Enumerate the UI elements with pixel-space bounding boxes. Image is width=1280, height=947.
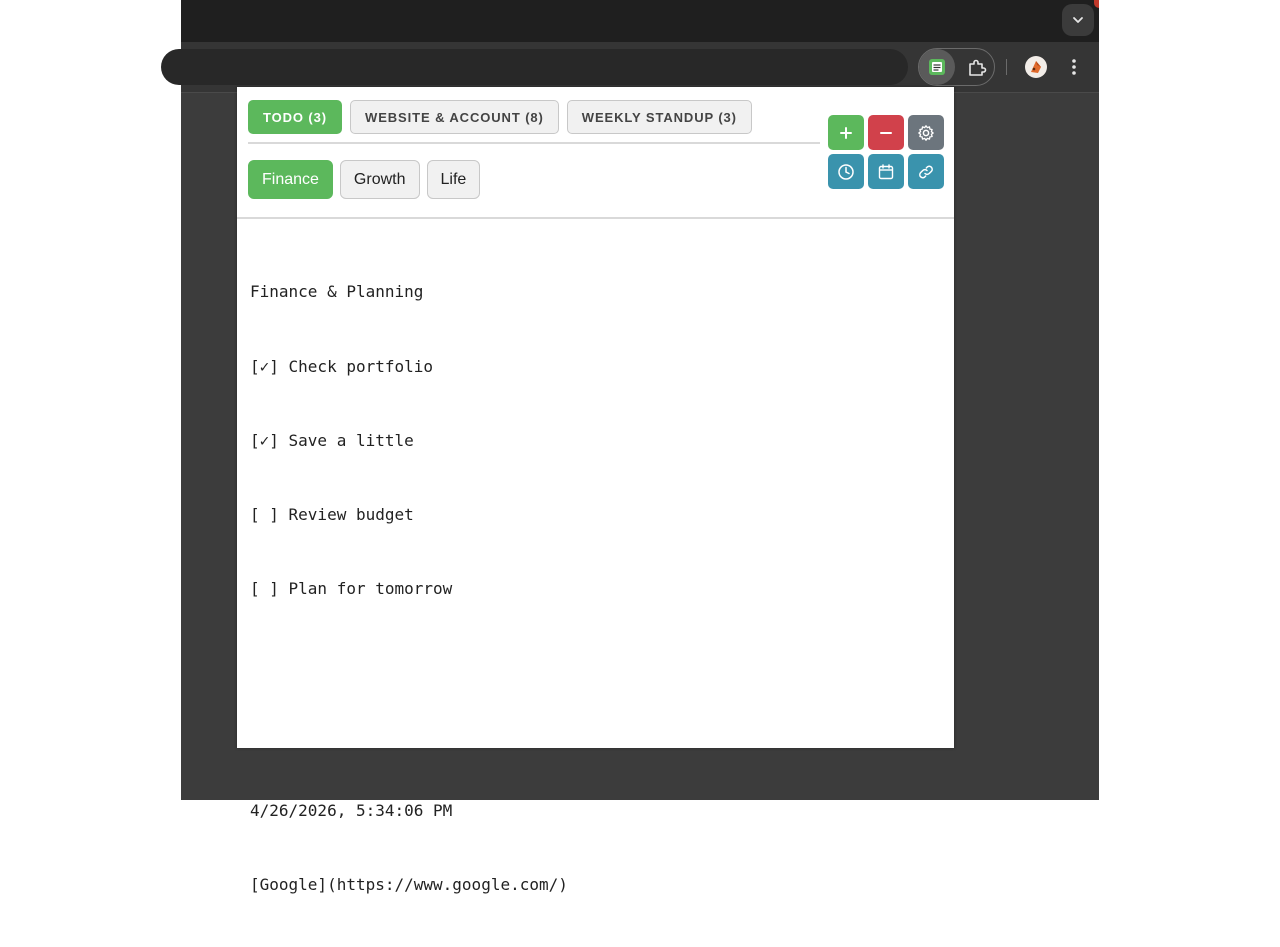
profile-fox-icon (1031, 61, 1041, 73)
subtab-life[interactable]: Life (426, 160, 481, 199)
tab-website-account[interactable]: WEBSITE & ACCOUNT (8) (350, 100, 559, 134)
puzzle-icon (969, 59, 987, 76)
note-editor[interactable]: Finance & Planning [✓] Check portfolio [… (250, 231, 942, 894)
note-line: [ ] Review budget (250, 504, 414, 524)
note-line: Finance & Planning (250, 282, 424, 302)
note-line: [Google](https://www.google.com/) (250, 875, 568, 895)
calendar-icon (878, 163, 894, 179)
chevron-down-icon (1073, 17, 1083, 23)
browser-toolbar (161, 42, 1099, 93)
insert-date-button[interactable] (868, 154, 904, 189)
tab-search-button[interactable] (1062, 4, 1094, 36)
note-line: [✓] Save a little (250, 430, 414, 450)
subtab-growth[interactable]: Growth (339, 160, 420, 199)
notes-popup: TODO (3) WEBSITE & ACCOUNT (8) WEEKLY ST… (237, 87, 954, 894)
remove-note-button[interactable] (868, 115, 904, 150)
gear-icon (918, 124, 934, 141)
note-line: [✓] Check portfolio (250, 356, 434, 376)
minus-icon (880, 131, 892, 134)
notes-extension-icon (929, 59, 945, 75)
tab-weekly-standup[interactable]: WEEKLY STANDUP (3) (566, 100, 752, 134)
notes-extension-button[interactable] (919, 49, 955, 85)
window-edge-accent (1094, 0, 1099, 8)
note-line (250, 725, 942, 750)
link-icon (919, 165, 933, 178)
note-line: [ ] Plan for tomorrow (250, 578, 453, 598)
category-tabs: TODO (3) WEBSITE & ACCOUNT (8) WEEKLY ST… (248, 100, 820, 144)
content-divider (237, 217, 954, 219)
insert-link-button[interactable] (908, 154, 944, 189)
subtab-finance[interactable]: Finance (248, 160, 333, 199)
tab-todo[interactable]: TODO (3) (248, 100, 343, 134)
extensions-menu-button[interactable] (959, 49, 995, 85)
address-bar[interactable] (161, 49, 908, 85)
profile-avatar[interactable] (1025, 56, 1047, 78)
note-subtabs: Finance Growth Life (248, 160, 481, 199)
action-buttons (828, 115, 944, 189)
browser-tab-strip (181, 0, 1099, 42)
browser-menu-button[interactable] (1061, 54, 1087, 80)
clock-icon (838, 163, 854, 180)
note-line: 4/26/2026, 5:34:06 PM (250, 801, 453, 821)
settings-button[interactable] (908, 115, 944, 150)
add-note-button[interactable] (828, 115, 864, 150)
toolbar-divider (1006, 59, 1007, 75)
note-line (250, 651, 942, 676)
more-vertical-icon (1072, 59, 1076, 75)
plus-icon (840, 126, 852, 139)
insert-timestamp-button[interactable] (828, 154, 864, 189)
